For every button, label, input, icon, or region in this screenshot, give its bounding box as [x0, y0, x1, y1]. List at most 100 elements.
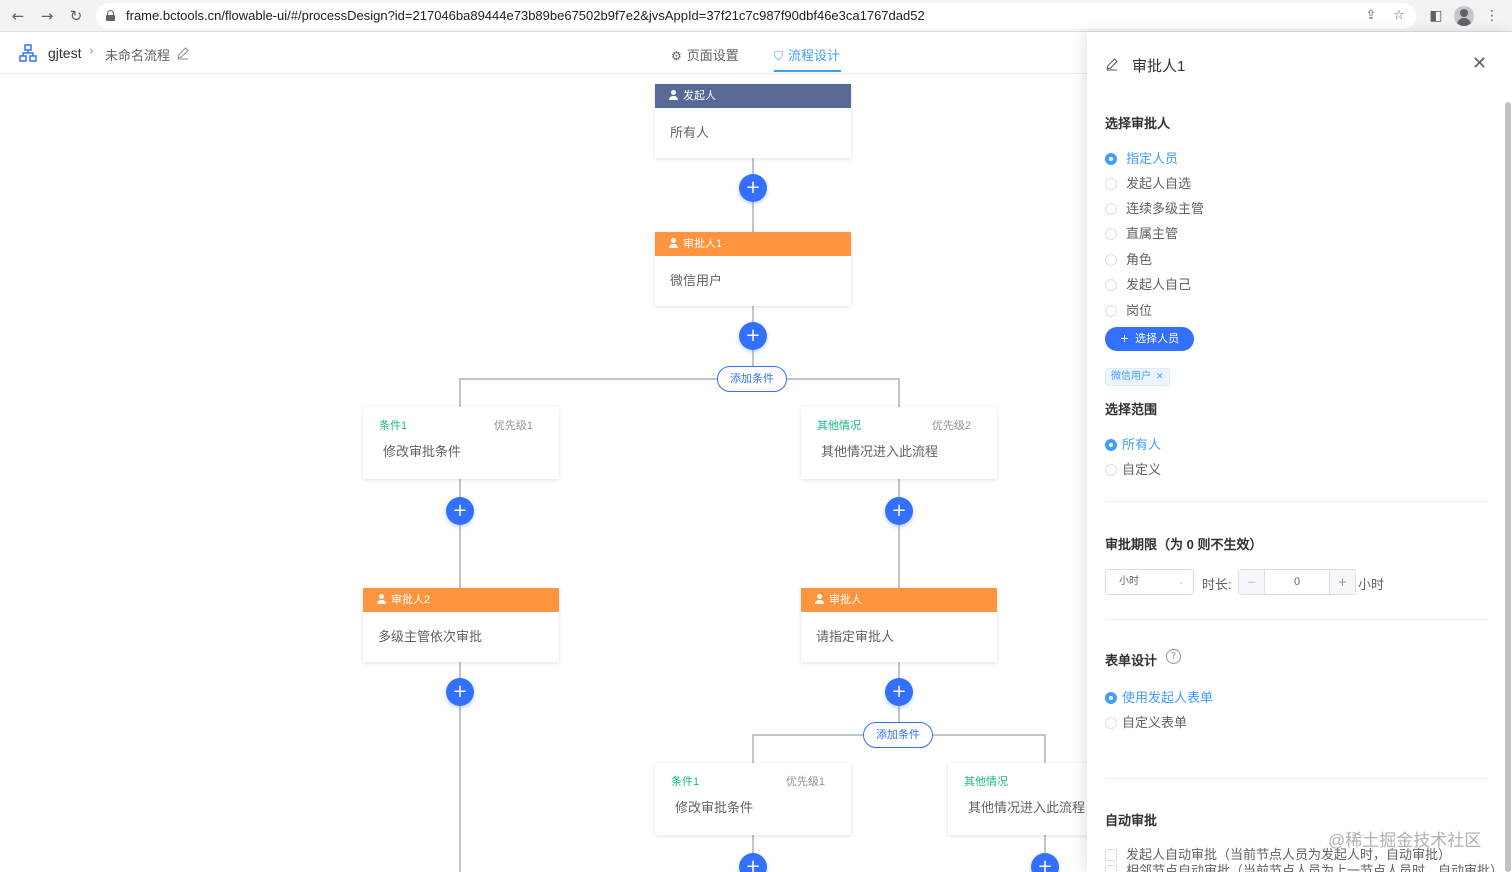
close-icon[interactable]: ✕ — [1472, 53, 1487, 74]
radio-icon — [1105, 304, 1117, 317]
condition-title: 其他情况 — [964, 776, 1008, 788]
radio-initiator-select[interactable]: 发起人自选 — [1105, 173, 1191, 191]
add-node-button[interactable]: + — [739, 322, 767, 350]
profile-icon[interactable] — [1454, 6, 1474, 26]
radio-designated-person[interactable]: 指定人员 — [1105, 148, 1178, 166]
radio-icon — [1105, 278, 1117, 291]
checkbox-adjacent-auto-approve[interactable]: 相邻节点自动审批（当前节点人员为上一节点人员时，自动审批） — [1105, 860, 1503, 872]
condition-content: 修改审批条件 — [675, 800, 754, 815]
radio-icon — [1105, 463, 1117, 476]
duration-stepper[interactable]: − 0 + — [1238, 569, 1356, 595]
radio-icon — [1105, 202, 1117, 215]
radio-icon — [1105, 253, 1117, 266]
add-node-button[interactable]: + — [885, 497, 913, 525]
radio-icon — [1105, 716, 1117, 729]
address-bar[interactable]: frame.bctools.cn/flowable-ui/#/processDe… — [96, 3, 1416, 29]
condition-node[interactable]: 其他情况 优 其他情况进入此流程 — [948, 763, 1087, 835]
lock-icon[interactable] — [106, 10, 115, 21]
tab-page-settings[interactable]: ⚙ 页面设置 — [671, 45, 739, 64]
edit-icon[interactable] — [1105, 57, 1119, 71]
radio-label: 自定义表单 — [1122, 715, 1188, 730]
side-panel-icon[interactable]: ◧ — [1426, 6, 1446, 26]
share-icon[interactable]: ⇪ — [1362, 7, 1380, 25]
tab-process-design[interactable]: ⛉ 流程设计 — [774, 45, 840, 64]
branch-line — [459, 378, 900, 380]
duration-input[interactable]: 0 — [1265, 570, 1329, 594]
radio-icon — [1105, 152, 1117, 165]
node-content: 多级主管依次审批 — [378, 629, 483, 644]
radio-role[interactable]: 角色 — [1105, 249, 1152, 267]
button-label: 选择人员 — [1135, 333, 1180, 345]
section-title-auto-approve: 自动审批 — [1105, 813, 1158, 828]
add-node-button[interactable]: + — [739, 853, 767, 872]
radio-initiator-form[interactable]: 使用发起人表单 — [1105, 687, 1213, 705]
approver-settings-drawer: 审批人1 ✕ 选择审批人 指定人员 发起人自选 连续多级主管 直属主管 角色 发… — [1087, 32, 1512, 872]
checkbox-label: 相邻节点自动审批（当前节点人员为上一节点人员时，自动审批） — [1126, 863, 1504, 872]
chevron-right-icon: › — [89, 44, 95, 59]
node-content: 微信用户 — [670, 273, 723, 288]
radio-scope-custom[interactable]: 自定义 — [1105, 459, 1161, 477]
minus-icon[interactable]: − — [1239, 570, 1265, 594]
condition-node[interactable]: 条件1 优先级1 修改审批条件 — [363, 407, 559, 479]
radio-direct-manager[interactable]: 直属主管 — [1105, 223, 1178, 241]
selected-user-tag: 微信用户 ✕ — [1105, 368, 1170, 386]
back-icon[interactable]: ← — [8, 6, 28, 26]
add-node-button[interactable]: + — [1031, 853, 1059, 872]
user-icon — [377, 594, 386, 605]
approver-node-2[interactable]: 审批人2 多级主管依次审批 — [363, 588, 559, 662]
app-name[interactable]: gjtest — [48, 45, 81, 61]
add-node-button[interactable]: + — [739, 174, 767, 202]
drawer-scrollbar[interactable] — [1505, 102, 1511, 872]
star-icon[interactable]: ☆ — [1390, 7, 1408, 25]
edit-icon[interactable] — [176, 46, 190, 60]
forward-icon[interactable]: → — [37, 6, 57, 26]
question-icon[interactable]: ? — [1166, 649, 1181, 664]
select-value: 小时 — [1119, 576, 1139, 587]
plus-icon: + — [1119, 332, 1130, 345]
add-node-button[interactable]: + — [885, 678, 913, 706]
radio-initiator-self[interactable]: 发起人自己 — [1105, 274, 1191, 292]
radio-label: 指定人员 — [1126, 151, 1179, 166]
radio-label: 直属主管 — [1126, 226, 1179, 241]
node-title: 审批人 — [829, 594, 862, 606]
radio-label: 角色 — [1126, 252, 1153, 267]
start-node[interactable]: 发起人 所有人 — [655, 84, 851, 158]
divider — [1105, 778, 1488, 779]
radio-scope-all[interactable]: 所有人 — [1105, 434, 1161, 452]
gear-icon: ⚙ — [671, 49, 682, 63]
divider — [1105, 501, 1488, 502]
node-title: 审批人1 — [683, 238, 723, 250]
condition-title: 条件1 — [671, 776, 700, 788]
condition-node[interactable]: 其他情况 优先级2 其他情况进入此流程 — [801, 407, 997, 479]
menu-icon[interactable]: ⋮ — [1482, 6, 1502, 26]
node-title: 审批人2 — [391, 594, 431, 606]
add-condition-button[interactable]: 添加条件 — [717, 366, 787, 392]
node-header: 审批人 — [801, 588, 997, 612]
process-tree-icon — [19, 44, 37, 62]
radio-icon — [1105, 691, 1117, 704]
add-node-button[interactable]: + — [446, 678, 474, 706]
radio-icon — [1105, 177, 1117, 190]
radio-custom-form[interactable]: 自定义表单 — [1105, 712, 1187, 730]
radio-label: 发起人自选 — [1126, 176, 1192, 191]
flow-canvas[interactable]: 发起人 所有人 + 审批人1 微信用户 + 添加条件 条件1 优先级1 修改审批… — [0, 74, 1087, 872]
approver-node-1[interactable]: 审批人1 微信用户 — [655, 232, 851, 306]
approver-node-3[interactable]: 审批人 请指定审批人 — [801, 588, 997, 662]
condition-title: 条件1 — [379, 420, 408, 432]
radio-position[interactable]: 岗位 — [1105, 300, 1152, 318]
radio-multi-level-manager[interactable]: 连续多级主管 — [1105, 198, 1204, 216]
radio-label: 使用发起人表单 — [1122, 690, 1214, 705]
add-node-button[interactable]: + — [446, 497, 474, 525]
close-icon[interactable]: ✕ — [1156, 372, 1164, 382]
checkbox-icon — [1105, 848, 1117, 861]
select-person-button[interactable]: + 选择人员 — [1105, 327, 1194, 351]
radio-icon — [1105, 438, 1117, 451]
add-condition-button[interactable]: 添加条件 — [863, 722, 933, 748]
plus-icon[interactable]: + — [1329, 570, 1355, 594]
condition-node[interactable]: 条件1 优先级1 修改审批条件 — [655, 763, 851, 835]
condition-title: 其他情况 — [817, 420, 861, 432]
section-title-form-design: 表单设计 — [1105, 653, 1158, 668]
time-unit-select[interactable]: 小时 ⌄ — [1105, 569, 1194, 595]
section-title-select-approver: 选择审批人 — [1105, 116, 1171, 131]
reload-icon[interactable]: ↻ — [66, 6, 86, 26]
